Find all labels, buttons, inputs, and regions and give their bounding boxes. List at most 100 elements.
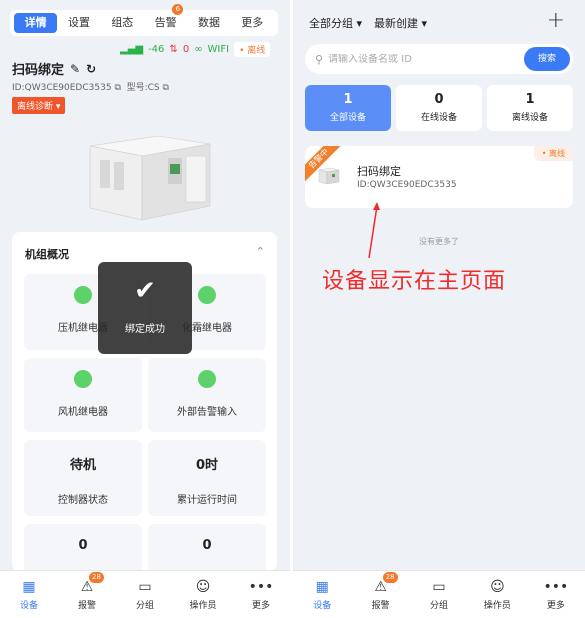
copy-icon[interactable]: ⧉ [114, 83, 120, 93]
caret-down-icon: ▾ [356, 17, 363, 30]
diag-label: 离线诊断 [17, 102, 54, 112]
nav-label: 设备 [313, 601, 332, 611]
tab-more[interactable]: 更多 [231, 13, 274, 33]
refresh-icon[interactable]: ↻ [86, 62, 96, 76]
search-input[interactable] [328, 53, 524, 65]
transfer-icon: ⇅ [169, 44, 178, 55]
status-cell-external-alarm: 外部告警输入 [148, 358, 266, 432]
grid-icon: ▦ [22, 579, 36, 595]
nav-label: 分组 [135, 601, 154, 611]
nav-alarms[interactable]: ⚠ 28 报警 [58, 572, 116, 611]
more-icon: ••• [543, 579, 569, 595]
search-button[interactable]: 搜索 [524, 47, 570, 71]
nav-devices[interactable]: ▦ 设备 [0, 578, 58, 611]
signal-icon: ▂▄▆ [120, 44, 144, 55]
chevron-up-icon[interactable]: ⌃ [256, 245, 265, 258]
tab-label: 详情 [24, 16, 47, 29]
user-icon: ☺ [490, 579, 505, 595]
device-thumbnail [318, 167, 340, 185]
group-filter[interactable]: 全部分组 ▾ [309, 15, 362, 31]
device-meta: ID:QW3CE90EDC3535 ⧉ 型号:CS ⧉ [12, 80, 169, 93]
stat-count: 0 [434, 92, 444, 107]
nav-operators[interactable]: ☺ 操作员 [468, 578, 526, 611]
device-detail-panel: 详情 设置 组态 告警 6 数据 更多 ▂▄▆ -46 ⇅ 0 ∞ WIFI • … [0, 0, 290, 618]
tab-config[interactable]: 组态 [101, 13, 144, 33]
transfer-count: 0 [182, 44, 190, 55]
nav-label: 操作员 [483, 601, 511, 611]
value-cell-controller-state: 待机 控制器状态 [24, 440, 142, 516]
cell-label: 外部告警输入 [177, 407, 237, 418]
nav-operators[interactable]: ☺ 操作员 [174, 578, 232, 611]
value-cell-runtime: 0时 累计运行时间 [148, 440, 266, 516]
nav-devices[interactable]: ▦ 设备 [293, 578, 351, 611]
alarm-count-badge: 6 [172, 4, 184, 15]
toast-message: 绑定成功 [125, 324, 165, 335]
tab-label: 组态 [111, 16, 134, 29]
cell-value: 0 [78, 538, 88, 553]
cell-value: 0 [202, 538, 212, 553]
bottom-nav: ▦ 设备 ⚠ 28 报警 ▭ 分组 ☺ 操作员 ••• 更多 [293, 570, 585, 618]
link-icon: ∞ [194, 44, 203, 55]
stat-offline-devices[interactable]: 1 离线设备 [487, 85, 573, 131]
user-icon: ☺ [195, 579, 211, 595]
grid-icon: ▦ [315, 579, 329, 595]
nav-more[interactable]: ••• 更多 [232, 578, 290, 611]
device-name: 扫码绑定 [12, 63, 65, 78]
check-icon: ✔ [134, 276, 156, 306]
card-title: 机组概况 [25, 248, 69, 261]
stat-label: 全部设备 [329, 113, 366, 123]
folder-icon: ▭ [138, 579, 152, 595]
stat-label: 离线设备 [511, 113, 548, 123]
device-list-panel: 全部分组 ▾ 最新创建 ▾ + ⚲ 搜索 1 全部设备 0 在线设备 1 离线设… [293, 0, 585, 618]
annotation-text: 设备显示在主页面 [322, 269, 507, 294]
cell-value: 待机 [69, 458, 96, 473]
offline-badge: • 离线 [533, 146, 573, 161]
tab-label: 告警 [154, 16, 177, 29]
bottom-nav: ▦ 设备 ⚠ 28 报警 ▭ 分组 ☺ 操作员 ••• 更多 [0, 570, 290, 618]
tab-details[interactable]: 详情 [14, 13, 58, 33]
stat-online-devices[interactable]: 0 在线设备 [396, 85, 482, 131]
signal-strength: -46 [148, 44, 165, 55]
edit-icon[interactable]: ✎ [70, 62, 80, 76]
status-dot [74, 286, 92, 304]
filter-label: 全部分组 [309, 17, 353, 30]
search-icon: ⚲ [315, 52, 324, 66]
nav-more[interactable]: ••• 更多 [527, 578, 585, 611]
nav-groups[interactable]: ▭ 分组 [410, 578, 468, 611]
nav-alarms[interactable]: ⚠ 28 报警 [351, 572, 409, 611]
add-device-icon[interactable]: + [547, 8, 565, 33]
nav-label: 分组 [430, 601, 449, 611]
stat-count: 1 [343, 92, 353, 107]
status-cell-fan: 风机继电器 [24, 358, 142, 432]
nav-label: 更多 [251, 601, 270, 611]
nav-label: 报警 [77, 601, 96, 611]
sort-filter[interactable]: 最新创建 ▾ [374, 15, 427, 31]
stat-label: 在线设备 [420, 113, 457, 123]
alarm-badge: 28 [382, 572, 398, 583]
nav-label: 更多 [546, 601, 565, 611]
network-type: WIFI [207, 44, 230, 55]
nav-label: 报警 [371, 601, 390, 611]
tab-label: 更多 [241, 16, 264, 29]
caret-down-icon: ▾ [55, 102, 61, 112]
device-list-item[interactable]: 告警中 • 离线 扫码绑定 ID:QW3CE90EDC3535 [305, 146, 573, 208]
stat-all-devices[interactable]: 1 全部设备 [305, 85, 391, 131]
cell-label: 控制器状态 [58, 495, 108, 506]
no-more-text: 没有更多了 [419, 237, 459, 246]
device-name: 扫码绑定 [357, 165, 401, 178]
tab-alarms[interactable]: 告警 6 [144, 4, 187, 33]
caret-down-icon: ▾ [421, 17, 428, 30]
filter-label: 最新创建 [374, 17, 419, 30]
nav-groups[interactable]: ▭ 分组 [116, 578, 174, 611]
offline-diagnosis-button[interactable]: 离线诊断 ▾ [12, 97, 66, 114]
device-id: ID:QW3CE90EDC3535 [12, 83, 112, 93]
tab-data[interactable]: 数据 [187, 13, 230, 33]
detail-tabs: 详情 设置 组态 告警 6 数据 更多 [10, 4, 278, 36]
nav-label: 设备 [19, 601, 38, 611]
tab-settings[interactable]: 设置 [57, 13, 100, 33]
warning-icon: ⚠ [80, 579, 94, 595]
copy-icon[interactable]: ⧉ [163, 83, 169, 93]
bind-success-toast: ✔ 绑定成功 [98, 262, 192, 354]
filter-bar: 全部分组 ▾ 最新创建 ▾ [309, 15, 427, 31]
annotation-arrow [368, 202, 380, 259]
